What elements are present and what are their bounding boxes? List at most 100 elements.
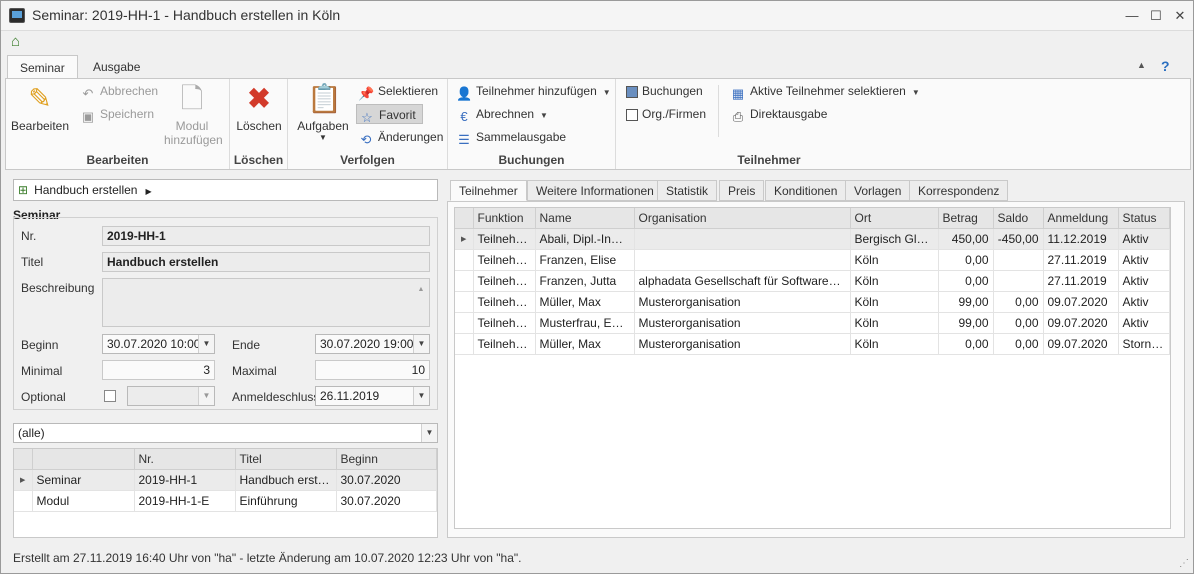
table-icon: ▦ <box>731 86 745 101</box>
description-scrollbar[interactable]: ▲▼ <box>415 281 427 347</box>
module-col-titel[interactable]: Titel <box>235 449 337 470</box>
title-field[interactable]: Handbuch erstellen <box>102 252 430 272</box>
tab-preis[interactable]: Preis <box>719 180 765 201</box>
optional-checkbox[interactable] <box>104 390 116 402</box>
save-icon: ▣ <box>81 109 95 124</box>
module-col-nr[interactable]: Nr. <box>134 449 236 470</box>
table-row[interactable]: Teilnehmer Musterfrau, Emil... Musterorg… <box>455 312 1170 334</box>
tab-vorlagen[interactable]: Vorlagen <box>845 180 911 201</box>
minimal-field[interactable]: 3 <box>102 360 215 380</box>
start-date-field[interactable]: 30.07.2020 10:00 ▼ <box>102 334 215 354</box>
col-ort[interactable]: Ort <box>850 208 939 229</box>
group-teilnehmer: Buchungen Org./Firmen ▦ Aktive Teilnehmer… <box>616 79 922 169</box>
col-funktion[interactable]: Funktion <box>473 208 536 229</box>
favorite-button[interactable]: ☆ Favorit <box>356 104 423 125</box>
participants-grid-corner <box>455 208 474 229</box>
table-row[interactable]: Teilnehmer Müller, Max Musterorganisatio… <box>455 333 1170 355</box>
filter-select[interactable]: (alle) ▼ <box>13 423 438 443</box>
label-anmeldeschluss: Anmeldeschluss <box>232 390 320 404</box>
resize-grip-icon[interactable]: ⋰ <box>1179 558 1189 569</box>
tab-weitere-informationen[interactable]: Weitere Informationen <box>527 180 663 201</box>
ribbon-tabs: Seminar Ausgabe ▲ ? <box>1 55 1193 79</box>
add-module-button[interactable]: 🗋 Modul hinzufügen <box>164 83 223 147</box>
label-beschreibung: Beschreibung <box>21 281 95 295</box>
end-date-field[interactable]: 30.07.2020 19:00 ▼ <box>315 334 430 354</box>
delete-x-icon: ✖ <box>247 83 271 114</box>
tab-seminar[interactable]: Seminar <box>7 55 78 79</box>
col-betrag[interactable]: Betrag <box>938 208 994 229</box>
nr-field[interactable]: 2019-HH-1 <box>102 226 430 246</box>
changes-button[interactable]: ⟲ Änderungen <box>358 127 444 147</box>
maximize-button[interactable]: ☐ <box>1147 7 1165 25</box>
cancel-button[interactable]: ↶ Abbrechen <box>80 81 159 101</box>
collective-output-button[interactable]: ☰ Sammelausgabe <box>456 127 566 147</box>
start-date-dropdown-icon[interactable]: ▼ <box>198 335 214 353</box>
maximal-field[interactable]: 10 <box>315 360 430 380</box>
group-label-loeschen: Löschen <box>233 153 284 167</box>
tab-korrespondenz[interactable]: Korrespondenz <box>909 180 1009 201</box>
description-field[interactable]: ▲▼ <box>102 278 430 347</box>
help-icon[interactable]: ? <box>1161 58 1170 74</box>
app-icon <box>9 8 25 23</box>
optional-dropdown-icon[interactable]: ▼ <box>198 387 214 405</box>
optional-select[interactable]: ▼ <box>127 386 215 406</box>
group-label-verfolgen: Verfolgen <box>340 153 395 167</box>
minimize-button[interactable]: — <box>1123 7 1141 25</box>
select-active-button[interactable]: ▦ Aktive Teilnehmer selektieren ▼ <box>730 81 920 101</box>
deadline-dropdown-icon[interactable]: ▼ <box>413 387 429 405</box>
label-nr: Nr. <box>21 229 37 243</box>
col-anmeldung[interactable]: Anmeldung <box>1043 208 1119 229</box>
registration-deadline-field[interactable]: 26.11.2019 ▼ <box>315 386 430 406</box>
table-row[interactable]: Teilnehmer Franzen, Elise Köln 0,00 27.1… <box>455 249 1170 271</box>
save-button[interactable]: ▣ Speichern <box>80 104 154 124</box>
module-col-type[interactable] <box>32 449 135 470</box>
label-optional: Optional <box>21 390 66 404</box>
billing-button[interactable]: € Abrechnen ▼ <box>456 104 548 124</box>
row-indicator-icon: ▶ <box>14 469 33 491</box>
breadcrumb[interactable]: ⊞ Handbuch erstellen ▶ <box>13 179 438 201</box>
end-date-dropdown-icon[interactable]: ▼ <box>413 335 429 353</box>
add-participant-dropdown-icon: ▼ <box>602 88 611 97</box>
col-status[interactable]: Status <box>1118 208 1170 229</box>
orgs-toggle[interactable]: Org./Firmen <box>626 104 706 124</box>
label-titel: Titel <box>21 255 44 269</box>
module-col-beginn[interactable]: Beginn <box>336 449 437 470</box>
tasks-button[interactable]: 📋 Aufgaben ▼ <box>294 83 352 142</box>
printer-icon: ⎙ <box>732 109 744 124</box>
table-row[interactable]: Teilnehmer Müller, Max Musterorganisatio… <box>455 291 1170 313</box>
invoice-icon: € <box>460 109 468 124</box>
col-name[interactable]: Name <box>535 208 635 229</box>
row-indicator-icon: ▶ <box>455 228 474 250</box>
select-button[interactable]: 📌 Selektieren <box>358 81 438 101</box>
close-button[interactable]: ✕ <box>1171 7 1189 25</box>
tab-teilnehmer[interactable]: Teilnehmer <box>450 180 527 201</box>
col-organisation[interactable]: Organisation <box>634 208 851 229</box>
window-title: Seminar: 2019-HH-1 - Handbuch erstellen … <box>32 7 341 23</box>
collapse-ribbon-icon[interactable]: ▲ <box>1137 60 1146 70</box>
home-icon[interactable]: ⌂ <box>11 33 29 51</box>
add-user-icon: 👤 <box>456 86 473 101</box>
list-icon: ☰ <box>458 132 470 147</box>
billing-dropdown-icon: ▼ <box>540 111 548 120</box>
clipboard-icon: 📋 <box>307 83 342 114</box>
label-beginn: Beginn <box>21 338 59 352</box>
chevron-right-icon: ▶ <box>145 187 152 196</box>
undo-icon: ↶ <box>82 86 94 101</box>
star-icon: ☆ <box>361 110 373 125</box>
table-row[interactable]: Modul 2019-HH-1-E Einführung 30.07.2020 <box>14 490 437 512</box>
add-participant-button[interactable]: 👤 Teilnehmer hinzufügen ▼ <box>456 81 611 101</box>
module-grid-corner <box>14 449 33 470</box>
tab-ausgabe[interactable]: Ausgabe <box>81 55 152 79</box>
table-row[interactable]: ▶ Teilnehmer Abali, Dipl.-Ing. ... Bergi… <box>455 228 1170 250</box>
col-saldo[interactable]: Saldo <box>993 208 1044 229</box>
filter-dropdown-icon[interactable]: ▼ <box>421 424 437 442</box>
bookings-toggle[interactable]: Buchungen <box>626 81 703 101</box>
tab-statistik[interactable]: Statistik <box>657 180 718 201</box>
delete-button[interactable]: ✖ Löschen <box>234 83 284 133</box>
edit-button[interactable]: ✎ Bearbeiten <box>10 83 70 133</box>
tab-konditionen[interactable]: Konditionen <box>765 180 847 201</box>
table-row[interactable]: ▶ Seminar 2019-HH-1 Handbuch erstellen 3… <box>14 469 437 491</box>
group-verfolgen: 📋 Aufgaben ▼ 📌 Selektieren ☆ Favorit ⟲ Ände… <box>288 79 448 169</box>
table-row[interactable]: Teilnehmer Franzen, Jutta alphadata Gese… <box>455 270 1170 292</box>
direct-output-button[interactable]: ⎙ Direktausgabe <box>730 104 828 124</box>
